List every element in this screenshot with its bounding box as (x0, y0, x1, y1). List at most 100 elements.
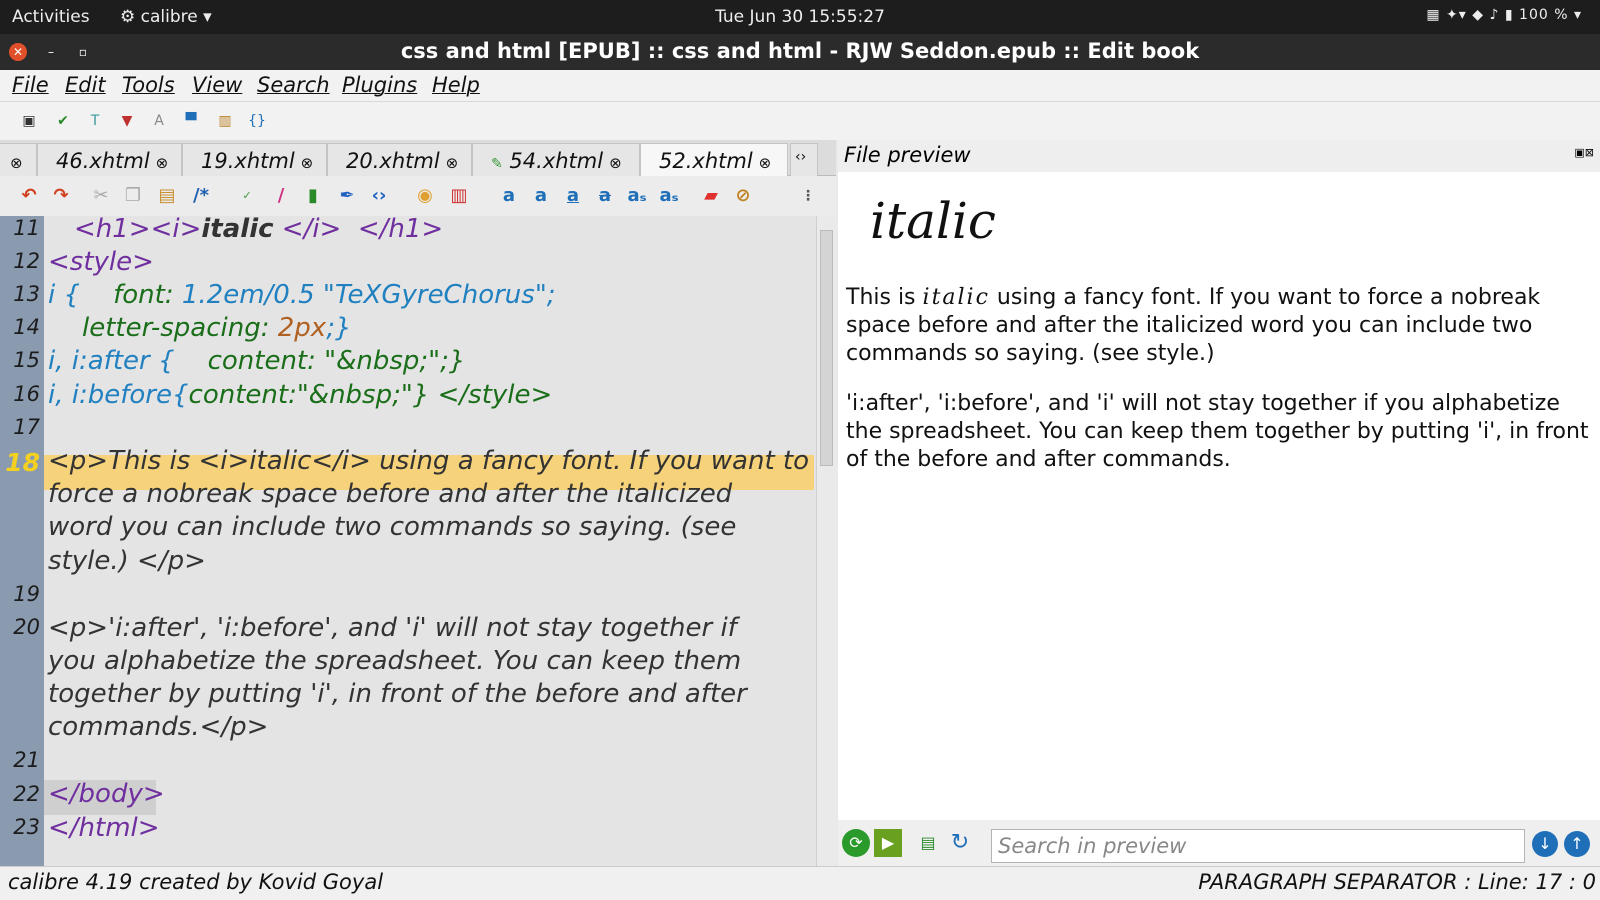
text-icon[interactable]: T (82, 108, 108, 134)
code-line-15: i, i:after { content: "&nbsp;";} (48, 346, 465, 376)
brush-icon[interactable]: / (268, 183, 294, 209)
code-token: letter-spacing: (82, 313, 278, 343)
tab-54[interactable]: ✎ 54.xhtml ⊗ (472, 143, 640, 176)
modified-icon: ✎ (491, 156, 503, 172)
menu-tools[interactable]: Tools (122, 73, 175, 97)
dock-buttons-icon[interactable]: ▣⊠ (1574, 146, 1594, 159)
menu-edit[interactable]: Edit (65, 73, 106, 97)
code-tag-icon[interactable]: ‹› (366, 183, 392, 209)
close-icon[interactable]: ⊗ (156, 154, 169, 172)
code-line-20-wrap: together by putting 'i', in front of the… (48, 679, 747, 709)
tab-52[interactable]: 52.xhtml ⊗ (640, 143, 788, 176)
code-token: 1.2em/0.5 "TeXGyreChorus"; (181, 280, 556, 310)
paste-icon[interactable]: ▤ (154, 183, 180, 209)
save-icon[interactable]: ▮ (300, 183, 326, 209)
code-token: i, i:before{ (48, 380, 189, 410)
system-tray[interactable]: ▦ ✦▾ ◆ ♪ ▮ 100 % ▾ (1426, 7, 1582, 23)
more-icon[interactable]: ⋮ (795, 183, 821, 209)
menu-file[interactable]: File (12, 73, 49, 97)
undo-icon[interactable]: ↶ (16, 183, 42, 209)
editor-toolbar: ↶ ↷ ✂ ❐ ▤ /* ✓ / ▮ ✒ ‹› ◉ ▥ a a a a aₛ a… (0, 176, 836, 216)
chip-icon[interactable]: ▣ (16, 108, 42, 134)
format-a-icon[interactable]: a (496, 183, 522, 209)
clear-format-icon[interactable]: ⊘ (730, 183, 756, 209)
comment-icon[interactable]: /* (188, 183, 214, 209)
menu-plugins[interactable]: Plugins (342, 73, 417, 97)
code-line-11: <h1><i>italic </i> </h1> (74, 216, 443, 244)
close-icon[interactable]: ⊗ (609, 154, 622, 172)
editor-tabs: ⊗ 46.xhtml ⊗ 19.xhtml ⊗ 20.xhtml ⊗ ✎ 54.xht… (0, 140, 836, 176)
line-number: 19 (13, 582, 40, 606)
menu-view[interactable]: View (192, 73, 242, 97)
library-icon[interactable]: ▥ (212, 108, 238, 134)
close-icon[interactable]: ⊗ (301, 154, 314, 172)
tab-20[interactable]: 20.xhtml ⊗ (327, 143, 472, 176)
search-previous-icon[interactable]: ↑ (1564, 831, 1590, 857)
trash-icon[interactable]: ▥ (446, 183, 472, 209)
html-check-icon[interactable]: ✓ (234, 183, 260, 209)
main-toolbar: ▣ ✔ T ▼ A ▀ ▥ {} (0, 102, 1600, 140)
system-top-bar: Activities ⚙ calibre ▾ Tue Jun 30 15:55:… (0, 0, 1600, 34)
close-icon[interactable]: ⊗ (759, 154, 772, 172)
font-icon[interactable]: A (146, 108, 172, 134)
window-title: css and html [EPUB] :: css and html - RJ… (400, 39, 1200, 63)
scrollbar-thumb[interactable] (820, 230, 833, 466)
copy-icon[interactable]: ❐ (120, 183, 146, 209)
redo-icon[interactable]: ↷ (48, 183, 74, 209)
code-editor[interactable]: <h1><i>italic </i> </h1> <style> i { fon… (44, 216, 816, 866)
superscript-icon[interactable]: aₛ (624, 183, 650, 209)
preview-search-bar: ⟳ ▶ ▤ ↻ Search in preview ↓ ↑ (838, 820, 1600, 866)
code-token: ;} (326, 313, 352, 343)
italic-a-icon[interactable]: a (528, 183, 554, 209)
code-line-18-wrap: force a nobreak space before and after t… (48, 479, 733, 509)
code-line-23: </html> (48, 813, 160, 843)
italic-text: italic (922, 285, 990, 310)
palette-icon[interactable]: ◉ (412, 183, 438, 209)
color-icon[interactable]: ▰ (698, 183, 724, 209)
close-icon[interactable]: ⊗ (10, 154, 23, 172)
pen-icon[interactable]: ✒ (334, 183, 360, 209)
menu-search[interactable]: Search (257, 73, 330, 97)
underline-a-icon[interactable]: a (560, 183, 586, 209)
search-in-preview-input[interactable]: Search in preview (991, 829, 1525, 863)
preview-title: File preview (844, 143, 971, 167)
tab-46[interactable]: 46.xhtml ⊗ (37, 143, 182, 176)
menu-help[interactable]: Help (432, 73, 480, 97)
status-left-text: calibre 4.19 created by Kovid Goyal (8, 870, 384, 894)
close-icon[interactable]: ⊗ (446, 154, 459, 172)
current-line-number: 18 (5, 448, 40, 477)
preview-header: File preview ▣⊠ (838, 140, 1600, 172)
preview-heading: italic (870, 192, 996, 250)
preview-paragraph-2: 'i:after', 'i:before', and 'i' will not … (846, 391, 1589, 472)
code-token: 2px (277, 313, 327, 343)
braces-icon[interactable]: {} (244, 108, 270, 134)
play-icon[interactable]: ▶ (874, 829, 902, 857)
code-line-20: <p>'i:after', 'i:before', and 'i' will n… (48, 613, 737, 643)
refresh-icon[interactable]: ↻ (946, 829, 974, 857)
sync-icon[interactable]: ▤ (916, 829, 940, 857)
tab-hidden-close[interactable]: ⊗ (0, 143, 37, 176)
subscript-icon[interactable]: aₛ (656, 183, 682, 209)
clock[interactable]: Tue Jun 30 15:55:27 (0, 7, 1600, 27)
auto-reload-icon[interactable]: ⟳ (842, 829, 870, 857)
spell-abc-icon[interactable]: ▼ (114, 108, 140, 134)
tab-19[interactable]: 19.xhtml ⊗ (182, 143, 327, 176)
code-token: </i> </h1> (273, 216, 444, 244)
reports-icon[interactable]: ▀ (178, 108, 204, 134)
preview-paragraph-1: This is italic using a fancy font. If yo… (846, 284, 1591, 368)
editor-scrollbar[interactable] (816, 216, 836, 866)
spellcheck-icon[interactable]: ✔ (50, 108, 76, 134)
line-number: 16 (13, 382, 40, 406)
code-token: content: "&nbsp;";} (207, 346, 466, 376)
cut-icon[interactable]: ✂ (88, 183, 114, 209)
status-bar: calibre 4.19 created by Kovid Goyal PARA… (0, 866, 1600, 900)
code-token: content:"&nbsp;"} </style> (188, 380, 553, 410)
strike-a-icon[interactable]: a (592, 183, 618, 209)
status-cursor-info: PARAGRAPH SEPARATOR : Line: 17 : 0 (1198, 870, 1596, 894)
text: This is (846, 285, 923, 310)
line-number: 22 (13, 782, 40, 806)
tab-scroll-arrows[interactable]: ‹› (790, 143, 818, 176)
code-line-18-wrap: word you can include two commands so say… (48, 512, 737, 542)
code-line-18-wrap: style.) </p> (48, 546, 206, 576)
search-next-icon[interactable]: ↓ (1532, 831, 1558, 857)
